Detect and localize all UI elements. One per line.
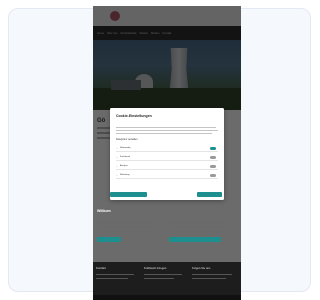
text-line: [116, 127, 216, 128]
read-more-button-left[interactable]: [97, 237, 121, 242]
text-line: [169, 226, 227, 228]
category-label: Funktional: [120, 156, 131, 158]
read-more-button-right[interactable]: [169, 237, 221, 242]
dialog-title: Cookie-Einstellungen: [116, 114, 152, 118]
footer-text-line: [144, 278, 174, 280]
text-line: [97, 226, 152, 228]
footer-bottom-bar: [93, 295, 241, 300]
accept-selected-button[interactable]: [110, 192, 147, 197]
text-line: [116, 133, 212, 134]
chevron-right-icon: ›: [116, 156, 118, 159]
text-line: [169, 222, 229, 224]
footer-text-line: [96, 278, 128, 280]
footer-text-line: [144, 274, 182, 276]
text-line: [116, 130, 218, 131]
toggle-switch-off[interactable]: [210, 165, 216, 168]
chevron-right-icon: ›: [116, 147, 118, 150]
footer-heading-contact: Kontakt: [96, 267, 106, 270]
cookie-consent-dialog: Cookie-Einstellungen Kategorien verwalte…: [110, 108, 224, 200]
footer-text-line: [96, 274, 134, 276]
footer-heading-plant: Kraftwerk Gösgen: [144, 267, 167, 270]
chevron-right-icon: ›: [116, 165, 118, 168]
toggle-switch-off[interactable]: [210, 156, 216, 159]
category-label: Analyse: [120, 165, 128, 167]
categories-heading: Kategorien verwalten: [116, 139, 138, 141]
footer-text-line: [192, 278, 226, 280]
category-label: Marketing: [120, 174, 130, 176]
toggle-switch-on[interactable]: [210, 147, 216, 150]
accept-all-button[interactable]: [197, 192, 222, 197]
section-title: Willkom: [97, 209, 111, 213]
cookie-category-marketing[interactable]: › Marketing: [116, 172, 218, 179]
cookie-category-necessary[interactable]: › Notwendig: [116, 145, 218, 152]
footer-heading-social: Folgen Sie uns: [192, 267, 211, 270]
category-label: Notwendig: [120, 147, 131, 149]
toggle-switch-off[interactable]: [210, 174, 216, 177]
text-line: [97, 222, 157, 224]
footer-text-line: [192, 274, 232, 276]
chevron-right-icon: ›: [116, 174, 118, 177]
cookie-category-analytics[interactable]: › Analyse: [116, 163, 218, 170]
cookie-category-functional[interactable]: › Funktional: [116, 154, 218, 161]
